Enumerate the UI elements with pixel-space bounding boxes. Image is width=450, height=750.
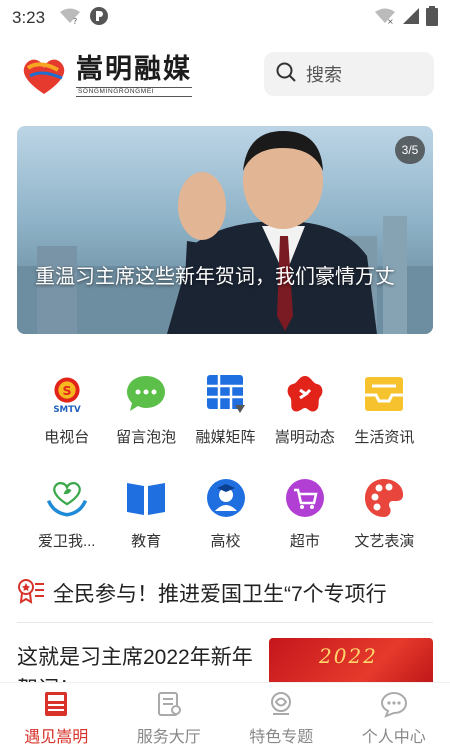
red-flower-icon: [283, 372, 327, 416]
logo-chinese-name: 嵩明融媒: [76, 54, 192, 85]
bottom-tab-bar: 遇见嵩明 服务大厅 特色专题 个人中心: [0, 682, 450, 750]
news-thumbnail-year: 2022: [319, 644, 378, 668]
feature-label: 留言泡泡: [116, 429, 177, 446]
shopping-cart-icon: [283, 476, 327, 520]
banner-photo: [17, 131, 433, 334]
feature-label: 教育: [131, 533, 162, 550]
headline-notice[interactable]: 全民参与！推进爱国卫生“7个专项行: [17, 574, 433, 612]
feature-label: 超市: [289, 533, 320, 550]
feature-message-bubble[interactable]: 留言泡泡: [106, 368, 185, 472]
feature-performance[interactable]: 文艺表演: [345, 472, 424, 576]
wifi-off-icon: ×: [374, 7, 396, 30]
wifi-question-icon: ?: [59, 7, 81, 30]
feature-life-info[interactable]: 生活资讯: [345, 368, 424, 472]
status-bar: 3:23 ? ×: [0, 0, 450, 36]
app-logo: 嵩明融媒 SONGMINGRONGMEI: [18, 52, 208, 100]
graduate-icon: [204, 476, 248, 520]
tab-personal-center[interactable]: 个人中心: [339, 683, 449, 750]
svg-text:×: ×: [387, 17, 394, 25]
feature-tv-station[interactable]: S SMTV 电视台: [27, 368, 106, 472]
status-time: 3:23: [12, 8, 46, 27]
matrix-grid-icon: [204, 372, 248, 416]
tab-meet-songming[interactable]: 遇见嵩明: [1, 683, 111, 750]
svg-text:SMTV: SMTV: [53, 405, 81, 415]
feature-label: 高校: [210, 533, 241, 550]
svg-text:S: S: [62, 383, 71, 398]
feature-label: 生活资讯: [354, 429, 415, 446]
open-book-icon: [124, 476, 168, 520]
heart-hands-icon: [45, 476, 89, 520]
headline-text: 全民参与！推进爱国卫生“7个专项行: [53, 583, 387, 606]
palette-icon: [362, 476, 406, 520]
banner-caption: 重温习主席这些新年贺词，我们豪情万丈: [35, 266, 395, 288]
app-header: 嵩明融媒 SONGMINGRONGMEI 搜索: [0, 44, 450, 106]
heart-logo-icon: [23, 59, 65, 94]
feature-education[interactable]: 教育: [106, 472, 185, 576]
newspaper-icon: [41, 689, 71, 719]
headline-badge-icon: [17, 578, 45, 609]
tab-label: 服务大厅: [136, 729, 201, 746]
feature-supermarket[interactable]: 超市: [265, 472, 344, 576]
tab-special-topics[interactable]: 特色专题: [226, 683, 336, 750]
search-bar[interactable]: 搜索: [264, 52, 434, 96]
search-icon: [276, 62, 296, 87]
service-doc-icon: [154, 689, 184, 719]
profile-chat-icon: [379, 689, 409, 719]
carousel-counter: 3/5: [395, 136, 425, 164]
inbox-tray-icon: [362, 372, 406, 416]
feature-label: 嵩明动态: [274, 429, 335, 446]
feature-media-matrix[interactable]: 融媒矩阵: [186, 368, 265, 472]
tab-label: 遇见嵩明: [24, 729, 89, 746]
tab-service-hall[interactable]: 服务大厅: [114, 683, 224, 750]
tab-label: 特色专题: [249, 729, 314, 746]
feature-row-1: S SMTV 电视台 留言泡泡 融媒矩阵 嵩明动态 生活资讯: [0, 368, 450, 472]
feature-college[interactable]: 高校: [186, 472, 265, 576]
battery-icon: [426, 5, 438, 31]
feature-label: 爱卫我...: [37, 533, 96, 550]
feature-label: 电视台: [44, 429, 90, 446]
feature-grid: S SMTV 电视台 留言泡泡 融媒矩阵 嵩明动态 生活资讯 爱卫我... 教育…: [0, 368, 450, 576]
feature-songming-news[interactable]: 嵩明动态: [265, 368, 344, 472]
shield-p-icon: [89, 6, 109, 31]
feature-row-2: 爱卫我... 教育 高校 超市 文艺表演: [0, 472, 450, 576]
special-topic-icon: [266, 689, 296, 719]
search-placeholder: 搜索: [306, 65, 342, 85]
feature-label: 文艺表演: [354, 533, 415, 550]
cell-signal-icon: [402, 7, 420, 30]
svg-text:?: ?: [73, 17, 77, 25]
logo-english-name: SONGMINGRONGMEI: [76, 87, 192, 97]
smtv-logo-icon: S SMTV: [45, 372, 89, 416]
feature-label: 融媒矩阵: [195, 429, 256, 446]
tab-label: 个人中心: [361, 729, 426, 746]
feature-health-campaign[interactable]: 爱卫我...: [27, 472, 106, 576]
news-banner-carousel[interactable]: 3/5 重温习主席这些新年贺词，我们豪情万丈: [17, 126, 433, 334]
chat-bubble-icon: [124, 372, 168, 416]
section-divider: [17, 622, 433, 623]
